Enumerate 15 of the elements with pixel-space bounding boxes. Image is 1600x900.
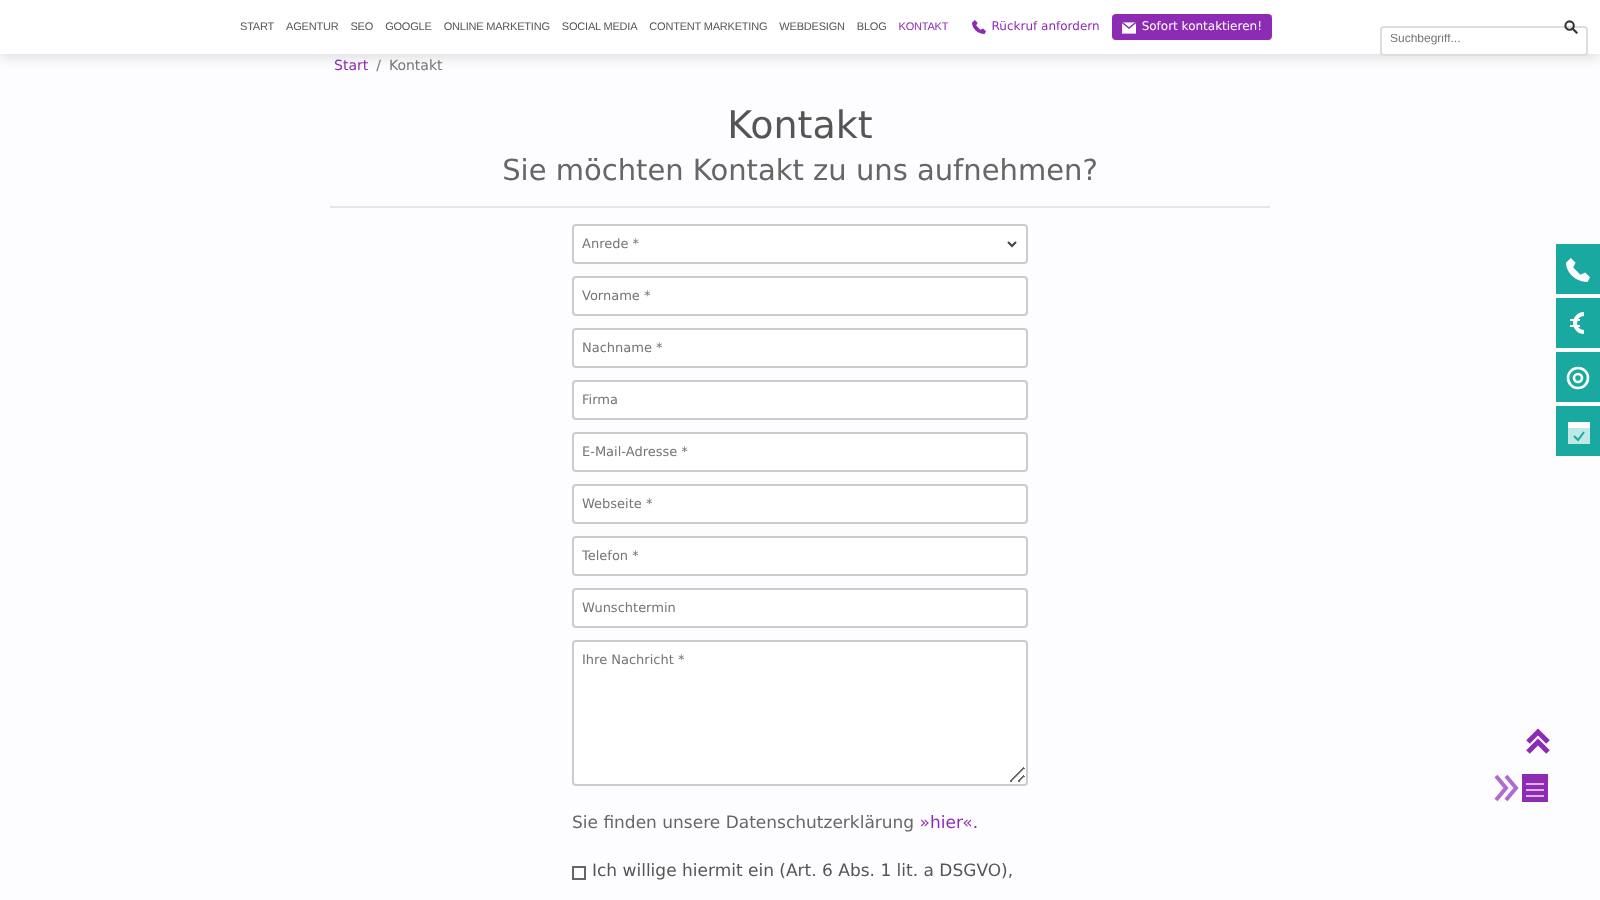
chevron-down-icon <box>1006 240 1018 248</box>
search-icon[interactable] <box>1564 20 1578 34</box>
consent-label: Ich willige hiermit ein (Art. 6 Abs. 1 lit. a DSGVO), <box>592 862 1014 882</box>
euro-icon[interactable] <box>1556 298 1600 348</box>
calendar-icon[interactable] <box>1556 406 1600 456</box>
sidebar-toggle-icon[interactable] <box>1494 772 1550 804</box>
page-title: Kontakt <box>725 104 875 152</box>
envelope-icon <box>1121 21 1136 33</box>
page-subtitle: Sie möchten Kontakt zu uns aufnehmen? <box>500 154 1100 192</box>
scroll-up-icon[interactable] <box>1524 728 1552 756</box>
privacy-text: Sie finden unsere Datenschutzerklärung »hier«. <box>572 814 981 834</box>
consent-checkbox[interactable] <box>572 866 586 880</box>
phone-icon <box>971 20 986 34</box>
phone-icon[interactable] <box>1556 244 1600 294</box>
privacy-link[interactable]: »hier«. <box>919 814 979 834</box>
